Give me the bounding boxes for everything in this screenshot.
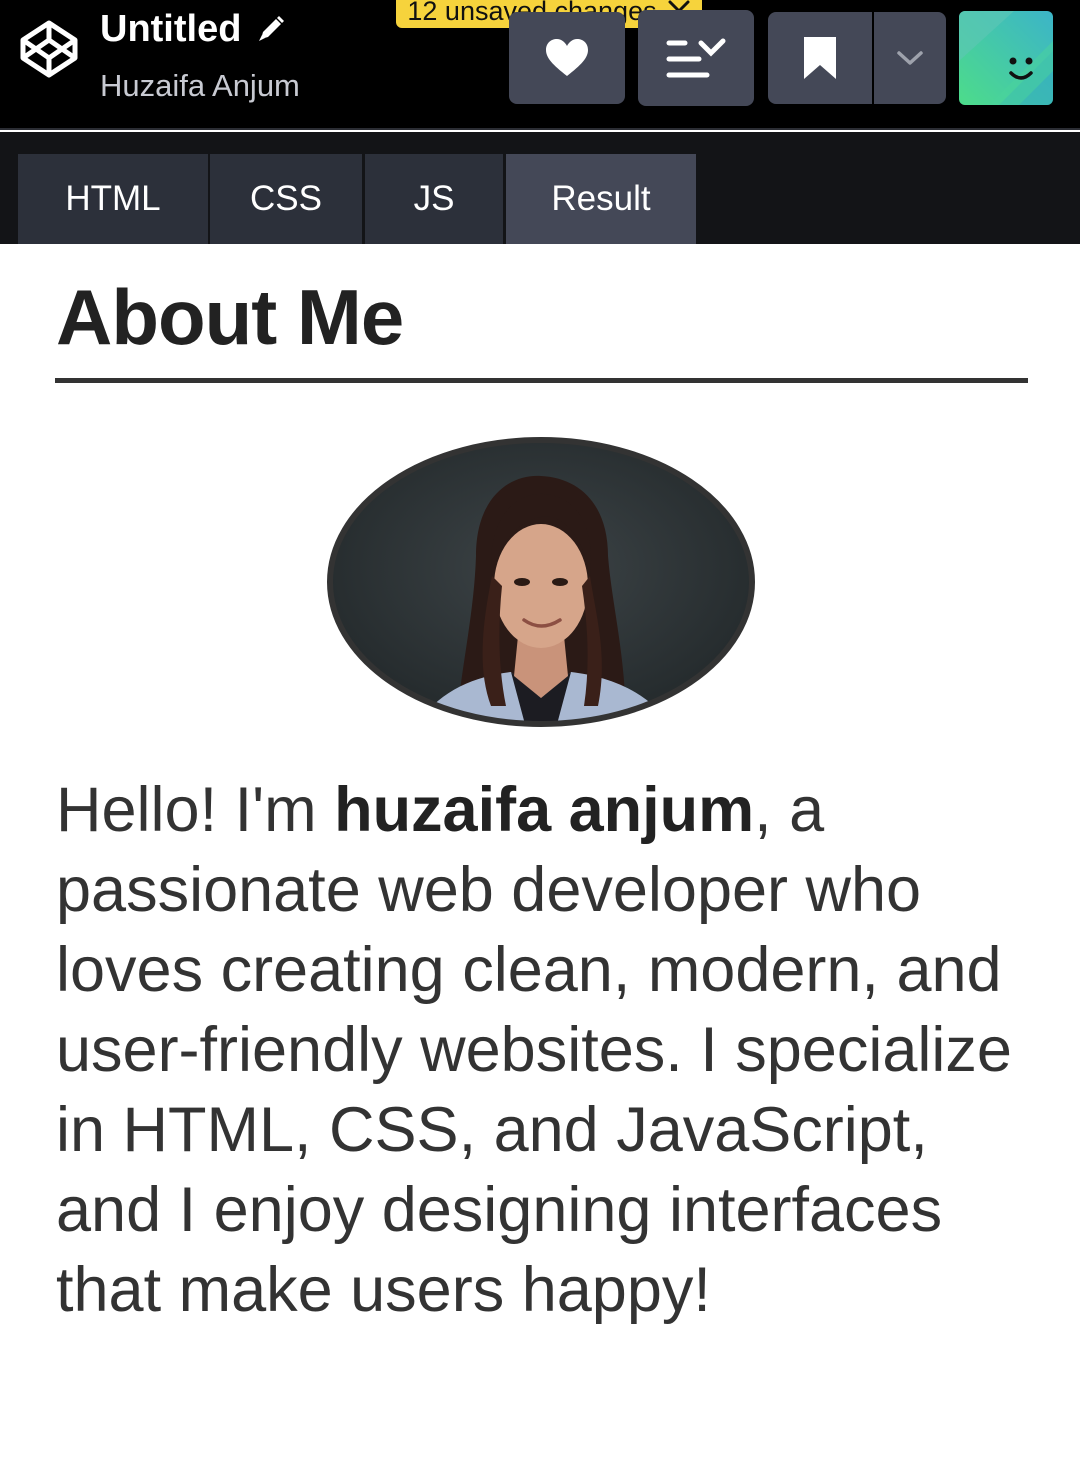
tab-css[interactable]: CSS <box>210 154 362 244</box>
heart-icon <box>546 39 588 76</box>
chevron-down-icon <box>897 51 923 65</box>
change-view-icon <box>666 38 726 78</box>
bookmark-icon <box>804 37 836 79</box>
bio-paragraph: Hello! I'm huzaifa anjum, a passionate w… <box>56 770 1016 1330</box>
user-avatar[interactable] <box>959 11 1053 105</box>
smiley-avatar-icon <box>959 11 1053 105</box>
editor-tabs: HTML CSS JS Result <box>0 132 1080 244</box>
result-preview: About Me Hello! I'm huzaifa anjum, a pas… <box>0 244 1080 1464</box>
like-button[interactable] <box>509 12 625 104</box>
bio-intro: Hello! I'm <box>56 775 335 845</box>
save-options-button[interactable] <box>874 12 946 104</box>
pencil-icon[interactable] <box>255 13 287 45</box>
tab-js[interactable]: JS <box>365 154 503 244</box>
pen-author[interactable]: Huzaifa Anjum <box>100 66 300 106</box>
tab-html[interactable]: HTML <box>18 154 208 244</box>
change-view-button[interactable] <box>638 10 754 106</box>
tab-result[interactable]: Result <box>506 154 696 244</box>
bio-text: , a passionate web developer who loves c… <box>56 775 1012 1325</box>
pen-title[interactable]: Untitled <box>100 6 241 52</box>
page-heading: About Me <box>56 273 404 361</box>
profile-photo <box>327 437 755 727</box>
bio-name: huzaifa anjum <box>334 775 755 845</box>
pen-title-row: Untitled <box>100 6 287 52</box>
editor-header: Untitled Huzaifa Anjum 12 unsaved change… <box>0 0 1080 130</box>
codepen-logo-icon[interactable] <box>18 18 80 80</box>
save-button[interactable] <box>768 12 872 104</box>
heading-divider <box>55 378 1028 383</box>
